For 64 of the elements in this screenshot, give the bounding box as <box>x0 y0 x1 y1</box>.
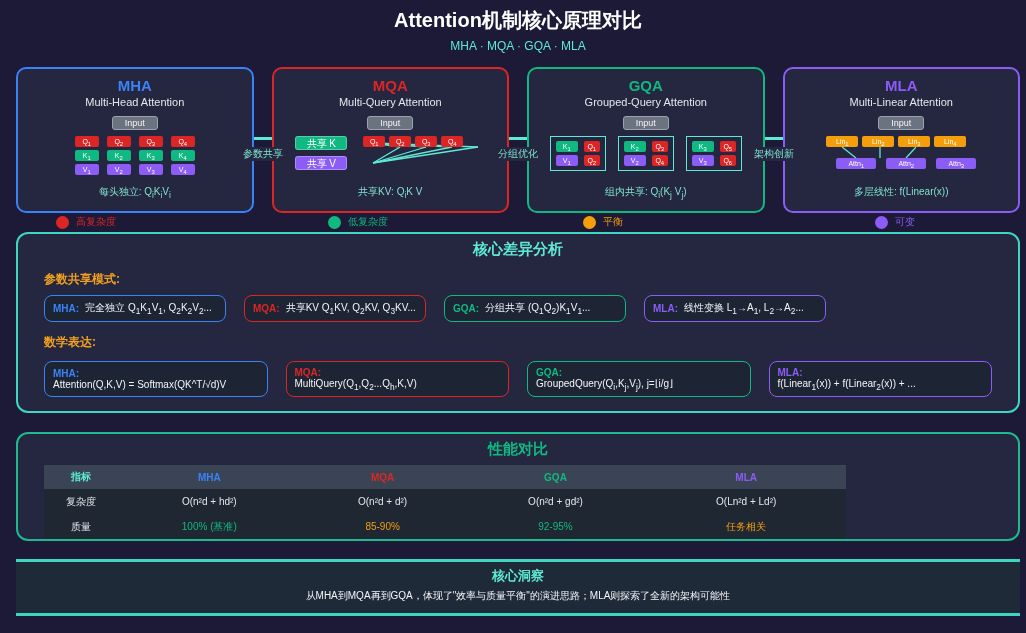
method-tag: GQA: <box>453 303 480 314</box>
column-header: MQA <box>300 465 465 489</box>
column-header: MHA <box>118 465 301 489</box>
complexity-label: 平衡 <box>603 215 623 229</box>
comparison-text: MultiQuery(Q$_{1}$,Q$_{2}$...Q$_{h}$,K,V) <box>294 377 418 392</box>
method-tag: MLA: <box>653 303 678 314</box>
column-header: MLA <box>646 465 846 489</box>
method-formula: 共享KV: Q$_{i}$K V <box>358 185 423 200</box>
table-cell: O(n²d + gd²) <box>464 489 647 514</box>
complexity-label: 高复杂度 <box>76 215 116 229</box>
connector-label: 参数共享 <box>241 147 284 161</box>
complexity-label: 低复杂度 <box>347 215 388 229</box>
table-cell: O(n²d + d²) <box>300 489 465 514</box>
page-title: Attention机制核心原理对比 <box>393 8 643 33</box>
connector-label: 分组优化 <box>497 147 539 161</box>
method-formula: 多层线性: f(Linear(x)) <box>854 185 949 199</box>
method-formula: 组内共享: Q$_{i}$(K$_{j}$ V$_{j}$) <box>604 185 687 200</box>
table-cell: 92-95% <box>464 514 647 539</box>
table-cell: 任务相关 <box>646 514 846 539</box>
input-node: Input <box>111 116 158 130</box>
method-abbr: MQA <box>372 77 408 94</box>
method-name: Multi-Head Attention <box>85 96 185 108</box>
section-heading: 参数共享模式: <box>44 271 121 288</box>
comparison-text: Attention(Q,K,V) = Softmax(QK^T/√d)V <box>53 379 228 390</box>
comparison-text: 完全独立 Q$_{1}$K$_{1}$V$_{1}$, Q$_{2}$K$_{2}$V$_{2}$... <box>85 301 212 316</box>
comparison-text: f(Linear$_{1}$(x)) + f(Linear$_{2}$(x)) + ... <box>777 377 917 392</box>
complexity-label: 可变 <box>894 215 915 229</box>
connector-label: 架构创新 <box>752 147 795 161</box>
method-name: Grouped-Query Attention <box>584 96 707 108</box>
table-cell: O(n²d + hd²) <box>118 489 301 514</box>
comparison-text: 共享KV Q$_{1}$KV, Q$_{2}$KV, Q$_{3}$KV... <box>285 301 416 316</box>
comparison-text: 分组共享 (Q$_{1}$Q$_{2}$)K$_{1}$V$_{1}$... <box>485 301 591 316</box>
panel-title: 性能对比 <box>486 440 549 459</box>
section-heading: 数学表达: <box>44 334 97 351</box>
table-cell: 质量 <box>44 514 118 539</box>
column-header: GQA <box>464 465 647 489</box>
comparison-text: 线性变换 L$_{1}$→A$_{1}$, L$_{2}$→A$_{2}$... <box>684 301 804 316</box>
method-tag: MQA: <box>294 366 500 378</box>
input-node: Input <box>622 116 669 130</box>
method-tag: MQA: <box>253 303 280 314</box>
comparison-text: GroupedQuery(Q$_{i}$,K$_{j}$,V$_{j}$), j=⌊i/g⌋ <box>536 377 675 392</box>
method-tag: MHA: <box>53 368 259 379</box>
method-tag: MHA: <box>53 303 80 314</box>
column-header: 指标 <box>44 465 118 489</box>
method-name: Multi-Query Attention <box>338 96 442 108</box>
shared-key-node: 共享 K <box>295 136 348 150</box>
panel-title: 核心差异分析 <box>471 240 564 259</box>
table-cell: 100% (基准) <box>118 514 301 539</box>
page-subtitle: MHA · MQA · GQA · MLA <box>449 39 587 53</box>
method-name: Multi-Linear Attention <box>849 96 953 108</box>
table-cell: 85-90% <box>300 514 465 539</box>
method-tag: MLA: <box>777 366 983 378</box>
method-formula: 每头独立: Q$_{i}$K$_{i}$V$_{i}$ <box>98 185 171 200</box>
shared-value-node: 共享 V <box>295 156 348 170</box>
insight-text: 从MHA到MQA再到GQA，体现了"效率与质量平衡"的演进思路；MLA则探索了全新的架构可能性 <box>304 589 732 603</box>
method-tag: GQA: <box>536 366 742 378</box>
table-cell: O(Ln²d + Ld²) <box>646 489 846 514</box>
input-node: Input <box>367 116 414 130</box>
method-abbr: MLA <box>885 77 918 94</box>
table-cell: 复杂度 <box>44 489 118 514</box>
input-node: Input <box>878 116 925 130</box>
method-abbr: GQA <box>628 77 663 94</box>
method-abbr: MHA <box>117 77 152 94</box>
panel-title: 核心洞察 <box>491 567 545 585</box>
